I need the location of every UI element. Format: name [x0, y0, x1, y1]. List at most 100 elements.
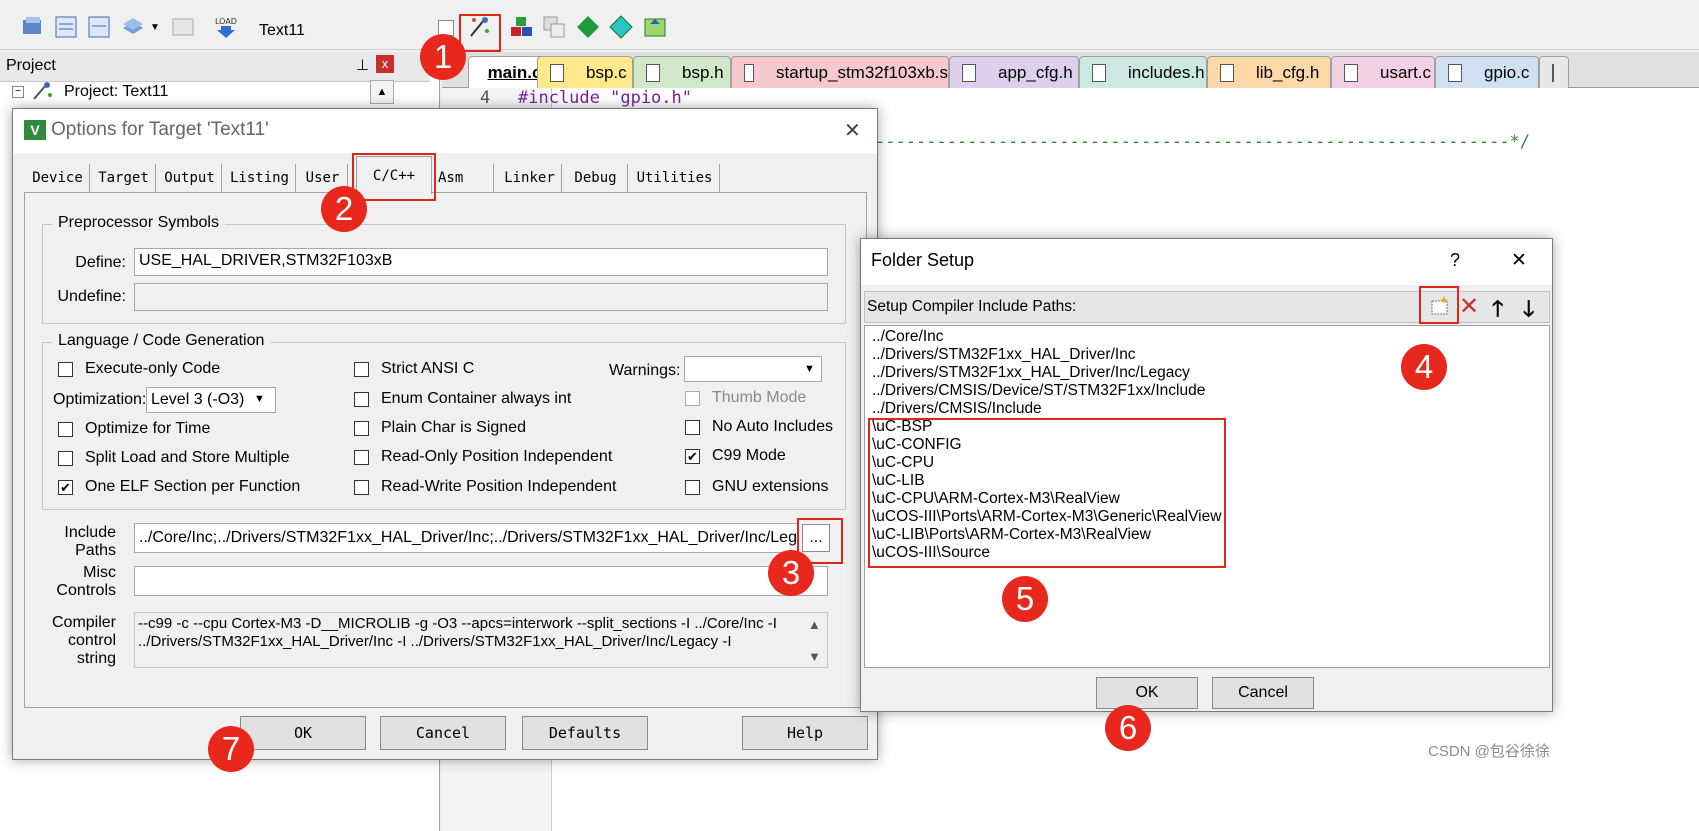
scroll-up-icon[interactable]: ▲ — [370, 80, 394, 104]
rw-position-checkbox[interactable]: Read-Write Position Independent — [354, 478, 616, 496]
c99-mode-checkbox[interactable]: ✔ C99 Mode — [685, 447, 786, 465]
tab-gpio-c[interactable]: gpio.c — [1435, 56, 1539, 88]
split-load-checkbox[interactable]: Split Load and Store Multiple — [58, 449, 290, 467]
compiler-label-1: Compiler — [51, 614, 116, 631]
options-title: Options for Target 'Text11' — [51, 119, 269, 140]
run-time-env-icon[interactable] — [642, 14, 668, 40]
stop-build-icon[interactable] — [170, 14, 196, 40]
batch-build-icon[interactable] — [53, 14, 79, 40]
folder-ok-button[interactable]: OK — [1096, 677, 1198, 709]
language-label: Language / Code Generation — [52, 332, 271, 350]
strict-ansi-checkbox[interactable]: Strict ANSI C — [354, 360, 474, 378]
stack-icon[interactable] — [120, 14, 146, 40]
cancel-button[interactable]: Cancel — [380, 716, 506, 750]
no-auto-includes-checkbox[interactable]: No Auto Includes — [685, 418, 833, 436]
load-icon[interactable]: LOAD — [213, 14, 239, 40]
tab-bsp-h[interactable]: bsp.h — [633, 56, 731, 88]
build-icon[interactable] — [20, 14, 46, 40]
tab-bsp-c[interactable]: bsp.c — [537, 56, 633, 88]
code-comment: ----------------------------------------… — [875, 132, 1531, 152]
highlight-added-paths — [868, 418, 1226, 568]
tab-debug[interactable]: Debug — [564, 164, 628, 192]
copy-icon[interactable] — [541, 14, 567, 40]
define-input[interactable]: USE_HAL_DRIVER,STM32F103xB — [134, 248, 828, 276]
compiler-string-line-2: ../Drivers/STM32F1xx_HAL_Driver/Inc -I .… — [138, 633, 732, 650]
line-number: 4 — [480, 88, 491, 108]
tab-output[interactable]: Output — [158, 164, 222, 192]
tab-linker[interactable]: Linker — [498, 164, 562, 192]
tab-asm[interactable]: Asm — [434, 164, 494, 192]
execute-only-checkbox[interactable]: Execute-only Code — [58, 360, 220, 378]
scroll-down-icon[interactable]: ▼ — [808, 649, 821, 664]
folder-title: Folder Setup — [871, 250, 975, 270]
one-elf-checkbox[interactable]: ✔ One ELF Section per Function — [58, 478, 300, 496]
tab-target[interactable]: Target — [92, 164, 156, 192]
compiler-string-line-1: --c99 -c --cpu Cortex-M3 -D__MICROLIB -g… — [138, 615, 777, 632]
misc-controls-input[interactable] — [134, 566, 828, 596]
list-item[interactable]: ../Drivers/STM32F1xx_HAL_Driver/Inc — [872, 346, 1136, 364]
list-item[interactable]: ../Drivers/STM32F1xx_HAL_Driver/Inc/Lega… — [872, 364, 1190, 382]
pin-icon[interactable]: ⊥ — [356, 56, 369, 74]
manage-components-icon[interactable] — [508, 14, 534, 40]
optimization-dropdown-icon[interactable]: ▼ — [254, 393, 265, 405]
highlight-options-button — [459, 14, 501, 52]
defaults-button[interactable]: Defaults — [522, 716, 648, 750]
tab-listing[interactable]: Listing — [224, 164, 296, 192]
misc-label-1: Misc — [83, 564, 116, 581]
target-select[interactable]: Text11 — [259, 22, 305, 40]
tab-includes-h[interactable]: includes.h — [1079, 56, 1207, 88]
thumb-mode-checkbox[interactable]: Thumb Mode — [685, 389, 806, 407]
paths-label: Setup Compiler Include Paths: — [867, 298, 1077, 315]
ro-position-checkbox[interactable]: Read-Only Position Independent — [354, 448, 612, 466]
undefine-label: Undefine: — [57, 288, 127, 305]
tab-utilities[interactable]: Utilities — [630, 164, 720, 192]
define-label: Define: — [75, 254, 126, 271]
tab-device[interactable]: Device — [26, 164, 90, 192]
list-item[interactable]: ../Core/Inc — [872, 328, 944, 346]
include-paths-input[interactable]: ../Core/Inc;../Drivers/STM32F1xx_HAL_Dri… — [134, 523, 798, 553]
warnings-label: Warnings: — [609, 362, 681, 379]
svg-text:LOAD: LOAD — [215, 17, 237, 26]
include-label-2: Paths — [75, 542, 116, 559]
select-software-packs-icon[interactable] — [608, 14, 634, 40]
tab-app-cfg-h[interactable]: app_cfg.h — [949, 56, 1079, 88]
scroll-up-icon[interactable]: ▲ — [808, 617, 821, 632]
folder-close-icon[interactable]: ✕ — [1511, 249, 1527, 272]
enum-container-checkbox[interactable]: Enum Container always int — [354, 390, 571, 408]
tab-more[interactable] — [1539, 56, 1569, 88]
step-badge-6: 6 — [1105, 705, 1151, 751]
project-panel-title: Project — [6, 57, 56, 74]
help-icon[interactable]: ? — [1450, 250, 1460, 271]
help-button[interactable]: Help — [742, 716, 868, 750]
code-line: #include "gpio.h" — [518, 88, 692, 108]
dropdown-arrow-icon[interactable]: ▼ — [150, 22, 160, 33]
folder-cancel-button[interactable]: Cancel — [1212, 677, 1314, 709]
tab-startup[interactable]: startup_stm32f103xb.s — [731, 56, 949, 88]
project-root[interactable]: Project: Text11 — [64, 83, 168, 101]
rebuild-icon[interactable] — [86, 14, 112, 40]
optimize-time-checkbox[interactable]: Optimize for Time — [58, 420, 210, 438]
delete-icon[interactable]: ✕ — [1459, 292, 1479, 321]
gnu-extensions-checkbox[interactable]: GNU extensions — [685, 478, 829, 496]
ok-button[interactable]: OK — [240, 716, 366, 750]
step-badge-3: 3 — [768, 550, 814, 596]
tab-usart-c[interactable]: usart.c — [1331, 56, 1435, 88]
undefine-input[interactable] — [134, 283, 828, 311]
close-panel-icon[interactable]: x — [376, 55, 394, 73]
options-close-icon[interactable]: ✕ — [844, 118, 861, 143]
editor-tabs: main.c bsp.c bsp.h startup_stm32f103xb.s… — [442, 52, 1699, 88]
step-badge-4: 4 — [1401, 344, 1447, 390]
list-item[interactable]: ../Drivers/CMSIS/Device/ST/STM32F1xx/Inc… — [872, 382, 1205, 400]
plain-char-checkbox[interactable]: Plain Char is Signed — [354, 419, 526, 437]
tree-collapse-icon[interactable]: − — [12, 86, 24, 98]
list-item[interactable]: ../Drivers/CMSIS/Include — [872, 400, 1042, 418]
step-badge-2: 2 — [321, 186, 367, 232]
warnings-select[interactable] — [684, 356, 822, 382]
project-panel-header: Project ⊥ x — [0, 52, 430, 82]
pack-installer-icon[interactable] — [575, 14, 601, 40]
highlight-c-cpp-tab — [352, 153, 436, 201]
compiler-label-3: string — [76, 650, 116, 667]
tab-lib-cfg-h[interactable]: lib_cfg.h — [1207, 56, 1331, 88]
step-badge-5: 5 — [1002, 576, 1048, 622]
warnings-dropdown-icon[interactable]: ▼ — [804, 363, 815, 375]
